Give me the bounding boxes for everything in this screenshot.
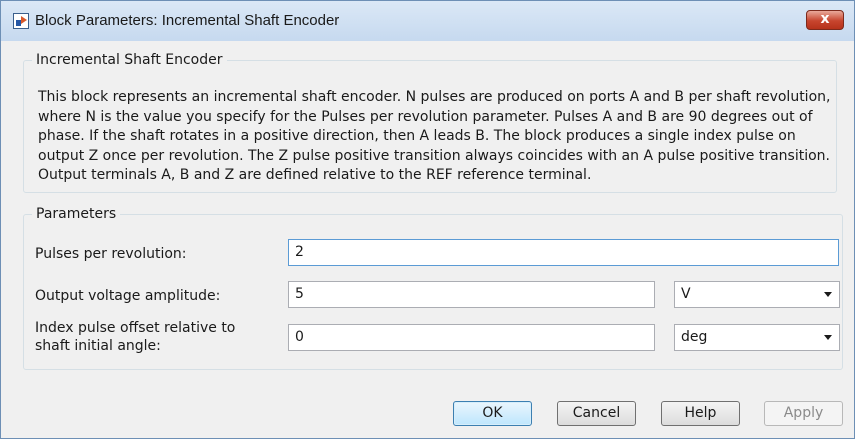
index-pulse-offset-field[interactable]: 0 <box>288 324 655 351</box>
pulses-per-revolution-field[interactable]: 2 <box>288 239 839 266</box>
help-button[interactable]: Help <box>661 401 740 426</box>
output-voltage-unit-select[interactable]: V <box>674 281 840 308</box>
description-group-title: Incremental Shaft Encoder <box>32 52 227 68</box>
index-pulse-offset-unit-select[interactable]: deg <box>674 324 840 351</box>
chevron-down-icon <box>824 292 832 297</box>
index-pulse-offset-unit-value: deg <box>681 329 708 345</box>
cancel-button[interactable]: Cancel <box>557 401 636 426</box>
description-group: Incremental Shaft Encoder This block rep… <box>23 52 837 193</box>
close-icon: x <box>820 11 830 27</box>
output-voltage-unit-value: V <box>681 286 691 302</box>
index-pulse-offset-label: Index pulse offset relative to shaft ini… <box>35 319 235 355</box>
index-pulse-offset-label-line1: Index pulse offset relative to <box>35 320 236 336</box>
block-parameters-dialog: Block Parameters: Incremental Shaft Enco… <box>0 0 855 439</box>
block-description: This block represents an incremental sha… <box>38 89 831 184</box>
index-pulse-offset-label-line2: shaft initial angle: <box>35 338 161 354</box>
chevron-down-icon <box>824 335 832 340</box>
output-voltage-amplitude-field[interactable]: 5 <box>288 281 655 308</box>
title-bar[interactable]: Block Parameters: Incremental Shaft Enco… <box>1 1 854 41</box>
window-title: Block Parameters: Incremental Shaft Enco… <box>35 12 340 29</box>
close-button[interactable]: x <box>806 10 844 30</box>
pulses-per-revolution-label: Pulses per revolution: <box>35 246 187 262</box>
output-voltage-amplitude-label: Output voltage amplitude: <box>35 288 221 304</box>
simulink-block-icon <box>13 13 29 29</box>
ok-button[interactable]: OK <box>453 401 532 426</box>
parameters-group-title: Parameters <box>32 206 121 222</box>
apply-button[interactable]: Apply <box>764 401 843 426</box>
